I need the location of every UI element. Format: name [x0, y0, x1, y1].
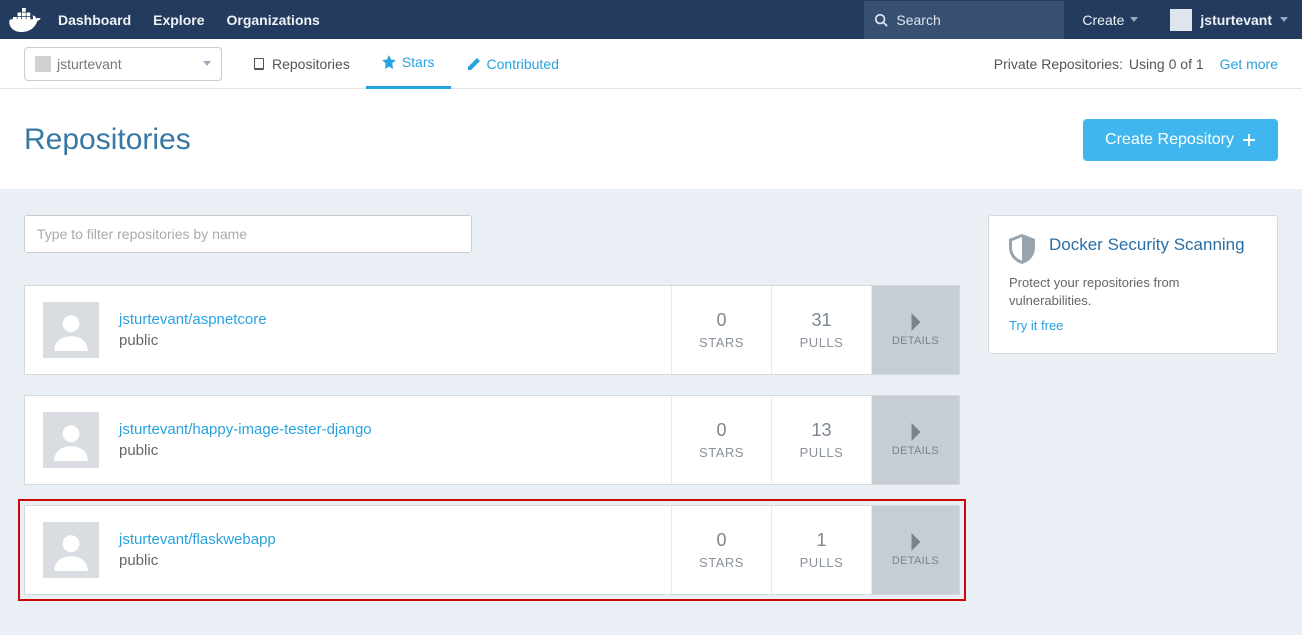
title-row: Repositories Create Repository	[0, 89, 1302, 189]
avatar-icon	[1170, 9, 1192, 31]
pulls-cell: 31 PULLS	[771, 286, 871, 374]
filter-input[interactable]	[24, 215, 472, 253]
tab-repositories-label: Repositories	[272, 56, 350, 72]
avatar-icon	[43, 412, 99, 468]
details-button[interactable]: DETAILS	[871, 396, 959, 484]
plus-icon	[1242, 133, 1256, 147]
repo-name-link[interactable]: jsturtevant/happy-image-tester-django	[119, 421, 372, 438]
user-menu[interactable]: jsturtevant	[1156, 1, 1302, 39]
repo-card: jsturtevant/happy-image-tester-django pub…	[24, 395, 960, 485]
pulls-count: 13	[811, 420, 831, 441]
stars-cell: 0 STARS	[671, 396, 771, 484]
caret-down-icon	[203, 61, 211, 66]
tab-contributed-label: Contributed	[487, 56, 559, 72]
tab-stars-label: Stars	[402, 54, 435, 70]
search-icon	[874, 13, 888, 27]
stars-count: 0	[716, 420, 726, 441]
caret-down-icon	[1130, 17, 1138, 22]
details-label: DETAILS	[892, 445, 939, 457]
left-column: jsturtevant/aspnetcore public 0 STARS 31 PULL…	[24, 215, 960, 595]
repo-visibility: public	[119, 552, 276, 569]
stars-cell: 0 STARS	[671, 506, 771, 594]
repo-visibility: public	[119, 332, 267, 349]
create-repository-label: Create Repository	[1105, 131, 1234, 149]
search-input[interactable]	[896, 12, 1036, 28]
create-label: Create	[1082, 12, 1124, 28]
tabs: Repositories Stars Contributed	[236, 39, 575, 89]
security-card-title: Docker Security Scanning	[1049, 234, 1245, 256]
pulls-cell: 1 PULLS	[771, 506, 871, 594]
nav-explore[interactable]: Explore	[153, 12, 204, 28]
repo-visibility: public	[119, 442, 372, 459]
main-area: jsturtevant/aspnetcore public 0 STARS 31 PULL…	[0, 189, 1302, 635]
tab-stars[interactable]: Stars	[366, 39, 451, 89]
pulls-count: 31	[811, 310, 831, 331]
private-repos-label: Private Repositories:	[994, 56, 1123, 72]
shield-icon	[1009, 234, 1035, 264]
create-repository-button[interactable]: Create Repository	[1083, 119, 1278, 161]
username-label: jsturtevant	[1200, 12, 1272, 28]
owner-select[interactable]: jsturtevant	[24, 47, 222, 81]
chevron-right-icon	[909, 533, 923, 551]
details-button[interactable]: DETAILS	[871, 286, 959, 374]
details-label: DETAILS	[892, 555, 939, 567]
private-repos-usage: Using 0 of 1	[1129, 56, 1204, 72]
repo-card: jsturtevant/aspnetcore public 0 STARS 31 PULL…	[24, 285, 960, 375]
repo-main: jsturtevant/flaskwebapp public	[25, 506, 671, 594]
right-column: Docker Security Scanning Protect your re…	[988, 215, 1278, 354]
stars-label: STARS	[699, 335, 744, 350]
nav-organizations[interactable]: Organizations	[226, 12, 319, 28]
stars-count: 0	[716, 530, 726, 551]
stars-label: STARS	[699, 555, 744, 570]
search-box[interactable]	[864, 1, 1064, 39]
edit-icon	[467, 57, 481, 71]
pulls-cell: 13 PULLS	[771, 396, 871, 484]
repo-name-link[interactable]: jsturtevant/flaskwebapp	[119, 531, 276, 548]
avatar-icon	[43, 302, 99, 358]
stars-cell: 0 STARS	[671, 286, 771, 374]
avatar-icon	[43, 522, 99, 578]
get-more-link[interactable]: Get more	[1220, 56, 1278, 72]
tab-repositories[interactable]: Repositories	[236, 39, 366, 89]
try-it-free-link[interactable]: Try it free	[1009, 318, 1063, 333]
pulls-label: PULLS	[800, 445, 844, 460]
details-label: DETAILS	[892, 335, 939, 347]
nav-links: Dashboard Explore Organizations	[50, 12, 320, 28]
pulls-count: 1	[816, 530, 826, 551]
repo-list: jsturtevant/aspnetcore public 0 STARS 31 PULL…	[24, 285, 960, 595]
top-nav: Dashboard Explore Organizations Create j…	[0, 0, 1302, 39]
caret-down-icon	[1280, 17, 1288, 22]
stars-count: 0	[716, 310, 726, 331]
security-card-body: Protect your repositories from vulnerabi…	[1009, 274, 1257, 310]
repo-main: jsturtevant/happy-image-tester-django pub…	[25, 396, 671, 484]
user-icon	[35, 56, 51, 72]
chevron-right-icon	[909, 423, 923, 441]
nav-dashboard[interactable]: Dashboard	[58, 12, 131, 28]
owner-name: jsturtevant	[57, 56, 122, 72]
docker-logo-icon[interactable]	[0, 0, 50, 39]
book-icon	[252, 57, 266, 71]
repo-main: jsturtevant/aspnetcore public	[25, 286, 671, 374]
stars-label: STARS	[699, 445, 744, 460]
chevron-right-icon	[909, 313, 923, 331]
create-dropdown[interactable]: Create	[1064, 1, 1156, 39]
private-repos-info: Private Repositories: Using 0 of 1 Get m…	[994, 56, 1278, 72]
repo-card: jsturtevant/flaskwebapp public 0 STARS 1 PULL…	[24, 505, 960, 595]
page-title: Repositories	[24, 123, 191, 157]
pulls-label: PULLS	[800, 335, 844, 350]
pulls-label: PULLS	[800, 555, 844, 570]
details-button[interactable]: DETAILS	[871, 506, 959, 594]
star-icon	[382, 55, 396, 69]
repo-name-link[interactable]: jsturtevant/aspnetcore	[119, 311, 267, 328]
security-scanning-card: Docker Security Scanning Protect your re…	[988, 215, 1278, 354]
sub-bar: jsturtevant Repositories Stars Contribut…	[0, 39, 1302, 89]
tab-contributed[interactable]: Contributed	[451, 39, 575, 89]
